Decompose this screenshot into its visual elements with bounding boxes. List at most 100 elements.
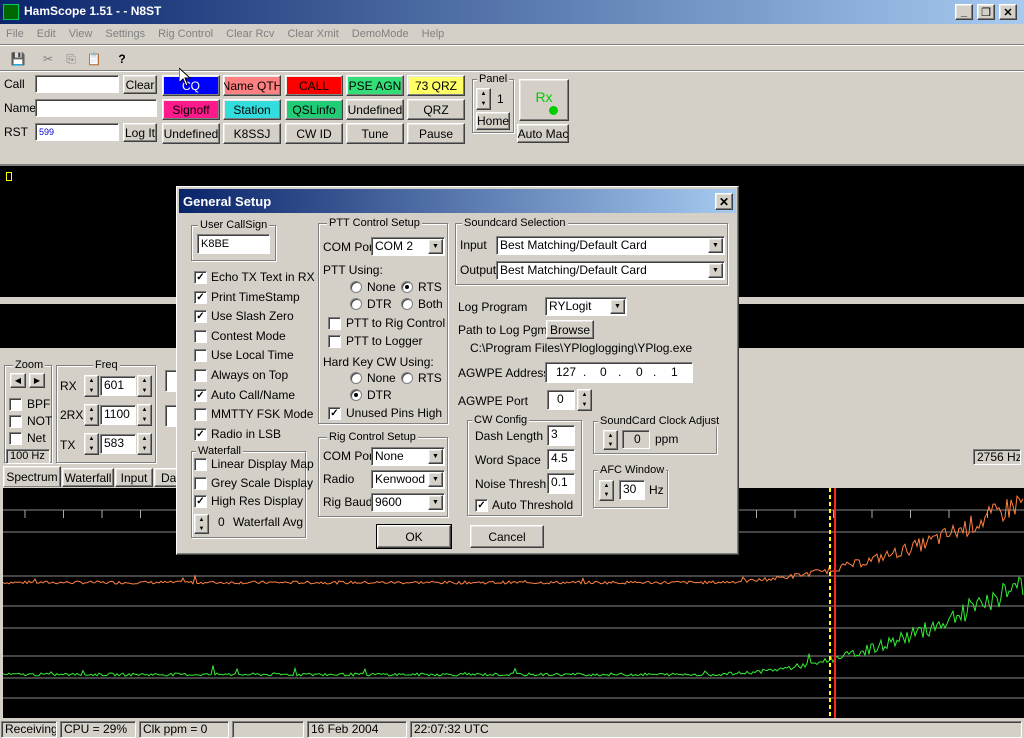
rx2-freq-spinner-right[interactable]: ▲ ▼: [137, 404, 152, 426]
menu-rig-control[interactable]: Rig Control: [158, 28, 213, 40]
auto-call-name-checkbox[interactable]: ✓: [194, 388, 207, 402]
dropdown-arrow-icon[interactable]: ▼: [428, 495, 443, 510]
agwpe-address-input[interactable]: 127 . 0 . 0 . 1: [545, 362, 693, 383]
menu-demomode[interactable]: DemoMode: [352, 28, 409, 40]
dropdown-arrow-icon[interactable]: ▼: [708, 263, 723, 278]
clear-button[interactable]: Clear: [123, 75, 157, 94]
home-button[interactable]: Home: [476, 112, 510, 130]
menu-edit[interactable]: Edit: [37, 28, 56, 40]
unused-pins-checkbox[interactable]: ✓: [328, 407, 341, 420]
name-input[interactable]: [35, 99, 157, 117]
use-slash-zero-checkbox[interactable]: ✓: [194, 310, 207, 324]
print-timestamp-checkbox[interactable]: ✓: [194, 290, 207, 304]
call-input[interactable]: [35, 75, 119, 93]
rst-input[interactable]: 599: [35, 123, 119, 141]
tx-freq-spinner-right[interactable]: ▲ ▼: [137, 433, 152, 455]
ptt-com-select[interactable]: COM 2 ▼: [371, 237, 445, 256]
macro-button-pse-agn[interactable]: PSE AGN: [346, 75, 404, 96]
maximize-button[interactable]: ❐: [977, 4, 995, 20]
macro-button-signoff[interactable]: Signoff: [162, 99, 220, 120]
cut-icon[interactable]: ✂: [38, 50, 58, 68]
mmtty-fsk-mode-checkbox[interactable]: [194, 408, 207, 422]
minimize-button[interactable]: _: [955, 4, 973, 20]
close-button[interactable]: ✕: [999, 4, 1017, 20]
tab-waterfall[interactable]: Waterfall: [62, 468, 114, 487]
rx-freq-spinner-right[interactable]: ▲ ▼: [137, 375, 152, 397]
rx-freq-input[interactable]: 601: [100, 376, 136, 396]
ok-button[interactable]: OK: [376, 524, 452, 549]
radio-select[interactable]: Kenwood ▼: [371, 470, 445, 489]
panel-spinner[interactable]: ▲ ▼: [476, 88, 491, 110]
hardkey-none-radio[interactable]: [350, 372, 362, 384]
callsign-input[interactable]: K8BE: [197, 234, 270, 254]
help-icon[interactable]: ?: [112, 50, 132, 68]
word-space-input[interactable]: 4.5: [547, 449, 575, 470]
clock-adjust-input[interactable]: 0: [622, 430, 650, 449]
dropdown-arrow-icon[interactable]: ▼: [428, 472, 443, 487]
ptt-to-logger-checkbox[interactable]: [328, 335, 341, 348]
macro-button-station[interactable]: Station: [223, 99, 281, 120]
noise-thresh-input[interactable]: 0.1: [547, 473, 575, 494]
use-local-time-checkbox[interactable]: [194, 349, 207, 363]
dropdown-arrow-icon[interactable]: ▼: [610, 299, 625, 314]
input-select[interactable]: Best Matching/Default Card ▼: [496, 236, 725, 255]
macro-button-tune[interactable]: Tune: [346, 123, 404, 144]
always-on-top-checkbox[interactable]: [194, 369, 207, 382]
linear-display-checkbox[interactable]: [194, 458, 207, 471]
rig-com-select[interactable]: None ▼: [371, 447, 445, 466]
output-select[interactable]: Best Matching/Default Card ▼: [496, 261, 725, 280]
ptt-to-rig-checkbox[interactable]: [328, 317, 341, 330]
macro-button-73-qrz[interactable]: 73 QRZ: [407, 75, 465, 96]
macro-button-undefined[interactable]: Undefined: [346, 99, 404, 120]
rx-button[interactable]: Rx: [519, 79, 569, 121]
rx2-freq-input[interactable]: 1100: [100, 405, 136, 425]
high-res-checkbox[interactable]: ✓: [194, 495, 207, 508]
copy-icon[interactable]: ⎘: [61, 50, 81, 68]
paste-icon[interactable]: 📋: [84, 50, 104, 68]
radio-in-lsb-checkbox[interactable]: ✓: [194, 427, 207, 441]
macro-button-qslinfo[interactable]: QSLinfo: [285, 99, 343, 120]
dash-length-input[interactable]: 3: [547, 425, 575, 446]
tab-spectrum[interactable]: Spectrum: [3, 466, 61, 487]
hardkey-rts-radio[interactable]: [401, 372, 413, 384]
tx-freq-input[interactable]: 583: [100, 434, 136, 454]
save-icon[interactable]: 💾: [8, 50, 28, 68]
afc-window-input[interactable]: 30: [619, 480, 645, 500]
macro-button-k8ssj[interactable]: K8SSJ: [223, 123, 281, 144]
dialog-close-button[interactable]: ✕: [715, 193, 733, 210]
log-program-select[interactable]: RYLogit ▼: [545, 297, 627, 316]
menu-view[interactable]: View: [69, 28, 93, 40]
echo-tx-text-in-rx-checkbox[interactable]: ✓: [194, 271, 207, 284]
dropdown-arrow-icon[interactable]: ▼: [428, 449, 443, 464]
macro-button-name-qth[interactable]: Name QTH: [223, 75, 281, 96]
cancel-button[interactable]: Cancel: [470, 525, 544, 548]
ptt-dtr-radio[interactable]: [350, 298, 362, 310]
zoom-right-button[interactable]: ▶: [29, 373, 45, 388]
menu-settings[interactable]: Settings: [105, 28, 145, 40]
agwpe-port-input[interactable]: 0: [547, 390, 575, 410]
macro-button-undefined[interactable]: Undefined: [162, 123, 220, 144]
auto-threshold-checkbox[interactable]: ✓: [475, 499, 488, 512]
menu-help[interactable]: Help: [422, 28, 445, 40]
ptt-rts-radio[interactable]: [401, 281, 413, 293]
waterfall-avg-spinner[interactable]: ▲ ▼: [194, 514, 209, 534]
menu-clear-xmit[interactable]: Clear Xmit: [287, 28, 338, 40]
net-checkbox[interactable]: [9, 432, 22, 445]
tab-input[interactable]: Input: [115, 468, 153, 487]
browse-button[interactable]: Browse: [546, 320, 594, 339]
grey-scale-checkbox[interactable]: [194, 477, 207, 490]
hardkey-dtr-radio[interactable]: [350, 389, 362, 401]
ptt-none-radio[interactable]: [350, 281, 362, 293]
ptt-both-radio[interactable]: [401, 298, 413, 310]
zoom-left-button[interactable]: ◀: [10, 373, 26, 388]
dropdown-arrow-icon[interactable]: ▼: [708, 238, 723, 253]
auto-mac-button[interactable]: Auto Mac: [517, 124, 569, 143]
rx2-freq-spinner-left[interactable]: ▲ ▼: [84, 404, 99, 426]
menu-clear-rcv[interactable]: Clear Rcv: [226, 28, 274, 40]
rig-baud-select[interactable]: 9600 ▼: [371, 493, 445, 512]
rx-freq-spinner-left[interactable]: ▲ ▼: [84, 375, 99, 397]
log-it-button[interactable]: Log It: [123, 123, 157, 142]
macro-button-call[interactable]: CALL: [285, 75, 343, 96]
contest-mode-checkbox[interactable]: [194, 329, 207, 343]
menu-file[interactable]: File: [6, 28, 24, 40]
